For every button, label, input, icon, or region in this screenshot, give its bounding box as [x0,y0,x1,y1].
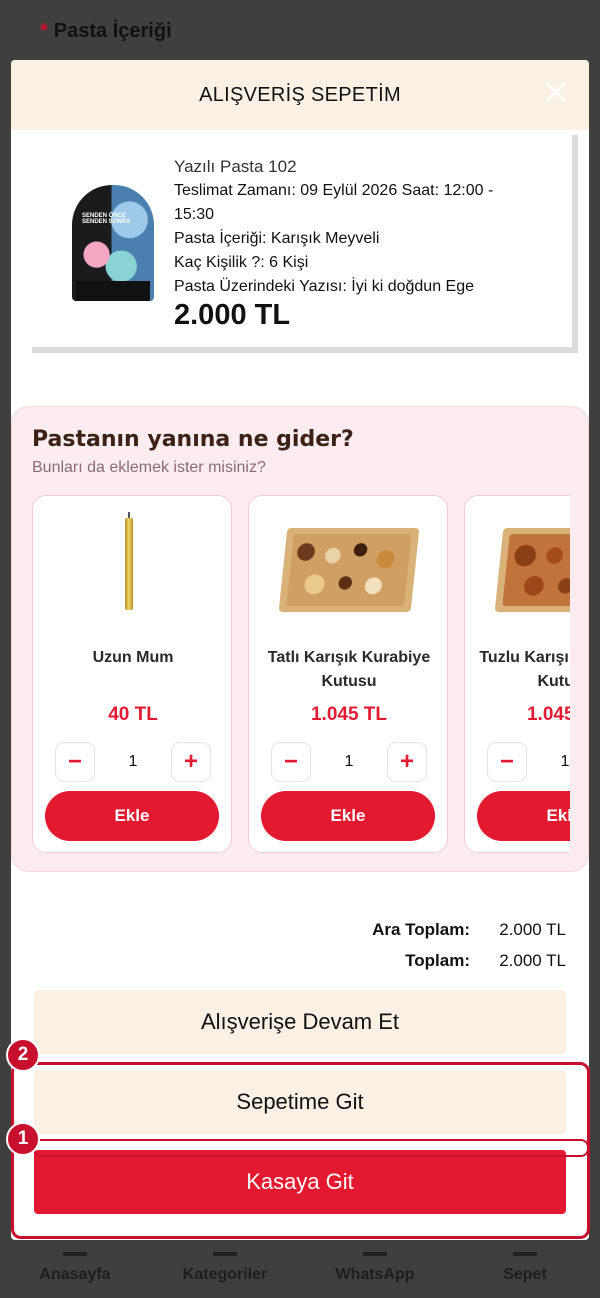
cookie-box-image [494,514,570,626]
nav-label: WhatsApp [335,1266,415,1283]
product-price: 1.045 TL [310,704,388,725]
item-servings: Kaç Kişilik ?: 6 Kişi [174,254,309,271]
product-name: Tuzlu Karışık Kurabiye Kutusu [479,649,570,690]
quantity-stepper: − 1 + [55,742,211,782]
close-icon[interactable] [543,80,567,104]
cart-totals: Ara Toplam: 2.000 TL Toplam: 2.000 TL [266,918,566,980]
nav-item-home[interactable]: Anasayfa [0,1252,150,1284]
decrease-button[interactable]: − [55,742,95,782]
cake-image-text: SENDEN ÖNCE SENDEN SONRA [82,213,131,225]
step-2-badge: 2 [6,1038,40,1072]
nav-label: Sepet [503,1266,547,1283]
item-name: Yazılı Pasta 102 [174,157,297,176]
quantity-value: 1 [344,753,354,770]
total-value: 2.000 TL [499,951,566,970]
quantity-value: 1 [128,753,138,770]
product-price: 1.045 TL [526,704,570,725]
nav-label: Kategoriler [182,1266,268,1283]
product-name: Tatlı Karışık Kurabiye Kutusu [267,649,431,690]
suggestions-title: Pastanın yanına ne gider? [32,427,354,452]
step-1-badge: 1 [6,1122,40,1156]
item-delivery: Teslimat Zamanı: 09 Eylül 2026 Saat: 12:… [174,182,494,223]
add-button[interactable]: Ekle [477,791,570,841]
cart-item: SENDEN ÖNCE SENDEN SONRA Yazılı Pasta 10… [32,135,578,353]
candle-image [63,512,203,626]
required-mark: * [40,20,48,42]
item-writing: Pasta Üzerindeki Yazısı: İyi ki doğdun E… [174,278,475,295]
decrease-button[interactable]: − [487,742,527,782]
suggestions-subtitle: Bunları da eklemek ister misiniz? [32,459,266,476]
home-icon [63,1252,87,1262]
increase-button[interactable]: + [387,742,427,782]
subtotal-row: Ara Toplam: 2.000 TL [266,918,566,949]
cart-item-info: Yazılı Pasta 102 Teslimat Zamanı: 09 Eyl… [174,155,514,330]
nav-item-categories[interactable]: Kategoriler [150,1252,300,1284]
item-content: Pasta İçeriği: Karışık Meyveli [174,230,380,247]
product-card: Uzun Mum 40 TL − 1 + Ekle [32,495,232,853]
cake-image: SENDEN ÖNCE SENDEN SONRA [72,185,154,301]
add-button[interactable]: Ekle [45,791,219,841]
modal-header: ALIŞVERİŞ SEPETİM [11,60,589,130]
nav-label: Anasayfa [39,1266,111,1283]
product-card: Tuzlu Karışık Kurabiye Kutusu 1.045 TL −… [464,495,570,853]
product-name: Uzun Mum [92,649,174,666]
cart-icon [513,1252,537,1262]
field-label-text: Pasta İçeriği [53,20,172,42]
subtotal-value: 2.000 TL [499,920,566,939]
total-row: Toplam: 2.000 TL [266,949,566,980]
bottom-navigation: Anasayfa Kategoriler WhatsApp Sepet [0,1236,600,1298]
decrease-button[interactable]: − [271,742,311,782]
product-card: Tatlı Karışık Kurabiye Kutusu 1.045 TL −… [248,495,448,853]
quantity-stepper: − 1 + [487,742,570,782]
grid-icon [213,1252,237,1262]
product-price: 40 TL [108,704,158,725]
quantity-value: 1 [560,753,570,770]
increase-button[interactable]: + [171,742,211,782]
cookie-box-image [278,514,420,626]
total-label: Toplam: [405,951,470,970]
add-button[interactable]: Ekle [261,791,435,841]
background-field-label: * Pasta İçeriği [40,20,172,43]
suggestions-section: Pastanın yanına ne gider? Bunları da ekl… [11,406,589,872]
suggestions-carousel[interactable]: Uzun Mum 40 TL − 1 + Ekle Tatlı Karışık … [32,495,570,855]
nav-item-whatsapp[interactable]: WhatsApp [300,1252,450,1284]
nav-item-cart[interactable]: Sepet [450,1252,600,1284]
whatsapp-icon [363,1252,387,1262]
highlight-box-step-1 [33,1139,589,1157]
subtotal-label: Ara Toplam: [372,920,470,939]
item-price: 2.000 TL [174,299,291,331]
quantity-stepper: − 1 + [271,742,427,782]
continue-shopping-button[interactable]: Alışverişe Devam Et [34,990,566,1054]
modal-title: ALIŞVERİŞ SEPETİM [199,83,401,106]
